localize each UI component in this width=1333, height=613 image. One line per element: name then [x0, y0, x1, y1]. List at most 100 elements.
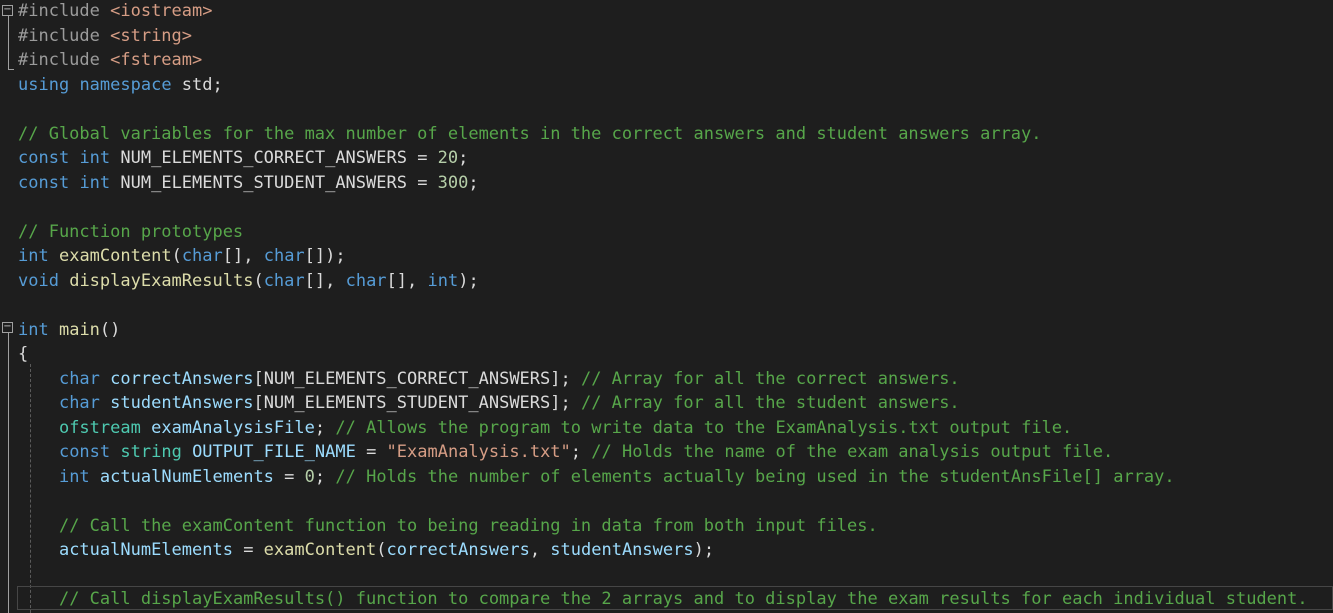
- code-token: =: [355, 442, 387, 462]
- collapse-icon[interactable]: −: [2, 322, 13, 333]
- code-token: "ExamAnalysis.txt": [386, 442, 571, 462]
- code-token: ,: [529, 540, 551, 560]
- code-line[interactable]: int actualNumElements = 0; // Holds the …: [18, 465, 1175, 489]
- code-editor[interactable]: − − #include <iostream> #include <string>…: [0, 0, 1333, 613]
- code-token: examAnalysisFile: [151, 417, 315, 438]
- code-line[interactable]: int main(): [18, 318, 120, 342]
- code-token: ;: [570, 442, 592, 462]
- code-token: char: [181, 246, 223, 266]
- code-line[interactable]: // Call displayExamResults() function to…: [18, 587, 1308, 611]
- code-token: );: [693, 540, 715, 560]
- code-token: =: [273, 466, 305, 487]
- code-line[interactable]: char correctAnswers[NUM_ELEMENTS_CORRECT…: [18, 367, 960, 391]
- code-token: [],: [222, 246, 264, 266]
- code-token: (: [253, 270, 264, 291]
- code-token: int: [18, 319, 49, 340]
- code-token: correctAnswers: [110, 368, 254, 389]
- code-token: <fstream>: [110, 50, 203, 70]
- code-token: std;: [171, 74, 223, 95]
- code-line[interactable]: const string OUTPUT_FILE_NAME = "ExamAna…: [18, 440, 1113, 464]
- code-token: []);: [304, 246, 346, 266]
- code-line[interactable]: int examContent(char[], char[]);: [18, 244, 346, 268]
- code-line[interactable]: // Call the examContent function to bein…: [18, 514, 878, 538]
- code-token: // Array for all the correct answers.: [580, 368, 960, 389]
- code-token: char: [345, 270, 387, 291]
- code-line[interactable]: char studentAnswers[NUM_ELEMENTS_STUDENT…: [18, 391, 960, 415]
- code-token: // Allows the program to write data to t…: [335, 417, 1073, 438]
- code-token: [NUM_ELEMENTS_STUDENT_ANSWERS];: [253, 393, 581, 413]
- code-token: NUM_ELEMENTS_STUDENT_ANSWERS =: [110, 172, 438, 193]
- code-token: string: [120, 442, 182, 462]
- code-line[interactable]: {: [18, 342, 28, 366]
- code-token: #include: [18, 25, 111, 46]
- code-token: =: [232, 540, 264, 560]
- code-token: // Call displayExamResults() function to…: [58, 589, 1308, 609]
- code-line[interactable]: #include <string>: [18, 24, 192, 48]
- code-token: examContent: [263, 540, 377, 560]
- code-token: char: [58, 368, 100, 389]
- code-token: (: [171, 246, 182, 266]
- code-token: char: [263, 270, 305, 291]
- code-token: <iostream>: [110, 1, 213, 21]
- code-token: int: [58, 466, 90, 487]
- code-line[interactable]: // Function prototypes: [18, 220, 243, 244]
- code-token: main: [58, 319, 100, 340]
- code-token: [],: [386, 270, 428, 291]
- code-line[interactable]: const int NUM_ELEMENTS_CORRECT_ANSWERS =…: [18, 146, 468, 170]
- code-token: ;: [314, 417, 336, 438]
- code-token: const: [18, 148, 70, 168]
- code-token: char: [58, 393, 100, 413]
- code-token: // Call the examContent function to bein…: [58, 515, 878, 536]
- code-line[interactable]: using namespace std;: [18, 73, 223, 97]
- code-token: ;: [314, 466, 336, 487]
- code-line[interactable]: actualNumElements = examContent(correctA…: [18, 538, 714, 562]
- code-token: #include: [18, 1, 111, 21]
- code-token: 0: [304, 466, 315, 487]
- code-token: studentAnswers: [550, 540, 694, 560]
- code-token: <string>: [110, 25, 193, 46]
- code-token: actualNumElements: [99, 466, 274, 487]
- code-token: const: [18, 172, 70, 193]
- code-line[interactable]: void displayExamResults(char[], char[], …: [18, 269, 479, 293]
- code-token: 20: [437, 148, 459, 168]
- fold-region-line: [8, 16, 9, 70]
- code-token: // Holds the name of the exam analysis o…: [591, 442, 1114, 462]
- collapse-icon[interactable]: −: [2, 5, 13, 16]
- code-token: // Global variables for the max number o…: [18, 123, 1042, 144]
- code-line[interactable]: #include <fstream>: [18, 48, 202, 72]
- code-line[interactable]: ofstream examAnalysisFile; // Allows the…: [18, 416, 1072, 440]
- code-token: examContent: [58, 246, 172, 266]
- code-token: OUTPUT_FILE_NAME: [192, 442, 356, 462]
- code-line[interactable]: // Global variables for the max number o…: [18, 122, 1042, 146]
- code-token: actualNumElements: [58, 540, 233, 560]
- code-token: 300: [437, 172, 469, 193]
- code-token: int: [79, 172, 111, 193]
- code-token: (): [99, 319, 121, 340]
- code-token: using: [18, 74, 70, 95]
- code-token: // Array for all the student answers.: [580, 393, 960, 413]
- code-token: char: [263, 246, 305, 266]
- code-line[interactable]: #include <iostream>: [18, 0, 212, 23]
- code-token: int: [427, 270, 459, 291]
- code-line[interactable]: const int NUM_ELEMENTS_STUDENT_ANSWERS =…: [18, 171, 479, 195]
- fold-region-end: [8, 69, 14, 70]
- code-token: ofstream: [58, 417, 141, 438]
- code-token: [],: [304, 270, 346, 291]
- code-token: studentAnswers: [110, 393, 254, 413]
